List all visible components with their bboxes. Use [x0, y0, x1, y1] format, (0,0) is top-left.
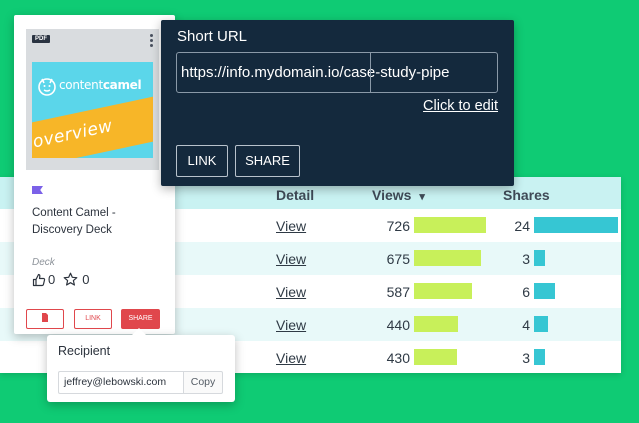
views-bar: [414, 316, 458, 332]
short-url-value: https://info.mydomain.io/case-study-pipe: [181, 64, 450, 81]
document-icon: [42, 312, 48, 322]
thumbs-up-icon[interactable]: [32, 273, 46, 287]
shares-bar: [534, 349, 545, 365]
views-count: 430: [386, 350, 410, 366]
card-title[interactable]: Content Camel - Discovery Deck: [32, 205, 152, 239]
recipient-label: Recipient: [58, 344, 111, 358]
content-card[interactable]: PDF contentcamel overview Content Camel …: [14, 15, 175, 334]
card-type: Deck: [32, 257, 55, 268]
views-bar: [414, 283, 472, 299]
cover-band: overview: [32, 89, 153, 158]
cover-logo-text: contentcamel: [59, 78, 142, 92]
views-count: 726: [386, 218, 410, 234]
view-detail-link[interactable]: View: [276, 218, 306, 234]
shares-bar: [534, 250, 545, 266]
short-url-share-button[interactable]: SHARE: [235, 145, 300, 177]
view-detail-link[interactable]: View: [276, 317, 306, 333]
download-button[interactable]: [26, 309, 64, 329]
shares-count: 3: [522, 350, 530, 366]
views-bar: [414, 217, 486, 233]
shares-bar: [534, 217, 618, 233]
file-type-badge: PDF: [32, 35, 50, 43]
short-url-dialog: Short URL https://info.mydomain.io/case-…: [161, 20, 514, 186]
shares-bar: [534, 316, 548, 332]
copy-button[interactable]: Copy: [183, 371, 223, 394]
view-detail-link[interactable]: View: [276, 350, 306, 366]
like-count: 0: [48, 272, 56, 287]
more-vertical-icon[interactable]: [147, 33, 155, 49]
views-count: 440: [386, 317, 410, 333]
short-url-title: Short URL: [177, 28, 248, 45]
views-count: 587: [386, 284, 410, 300]
camel-logo-icon: [38, 78, 56, 96]
link-button[interactable]: LINK: [74, 309, 112, 329]
flag-icon: [32, 186, 43, 194]
views-bar: [414, 349, 457, 365]
sort-desc-icon: ▾: [419, 191, 425, 203]
shares-count: 3: [522, 251, 530, 267]
views-bar: [414, 250, 481, 266]
cover-image: contentcamel overview: [32, 62, 153, 158]
favorite-count: 0: [82, 272, 90, 287]
card-actions: LINK SHARE: [26, 309, 164, 329]
view-detail-link[interactable]: View: [276, 251, 306, 267]
cover-band-text: overview: [32, 115, 115, 153]
column-header-shares[interactable]: Shares: [503, 187, 550, 203]
card-stats: 0 0: [32, 272, 97, 287]
views-count: 675: [386, 251, 410, 267]
short-url-field-divider: [370, 53, 371, 92]
column-header-views[interactable]: Views ▾: [372, 187, 425, 203]
shares-count: 6: [522, 284, 530, 300]
column-header-views-label: Views: [372, 187, 412, 203]
short-url-link-button[interactable]: LINK: [176, 145, 228, 177]
share-button[interactable]: SHARE: [121, 309, 160, 329]
short-url-field[interactable]: https://info.mydomain.io/case-study-pipe: [176, 52, 498, 93]
shares-count: 24: [514, 218, 530, 234]
column-header-detail[interactable]: Detail: [276, 187, 314, 203]
recipient-email-field[interactable]: jeffrey@lebowski.com: [58, 371, 183, 394]
recipient-popover: Recipient jeffrey@lebowski.com Copy: [47, 328, 235, 402]
click-to-edit-link[interactable]: Click to edit: [423, 98, 498, 114]
view-detail-link[interactable]: View: [276, 284, 306, 300]
star-icon[interactable]: [63, 272, 78, 287]
shares-bar: [534, 283, 555, 299]
card-thumbnail[interactable]: PDF contentcamel overview: [26, 29, 159, 170]
shares-count: 4: [522, 317, 530, 333]
